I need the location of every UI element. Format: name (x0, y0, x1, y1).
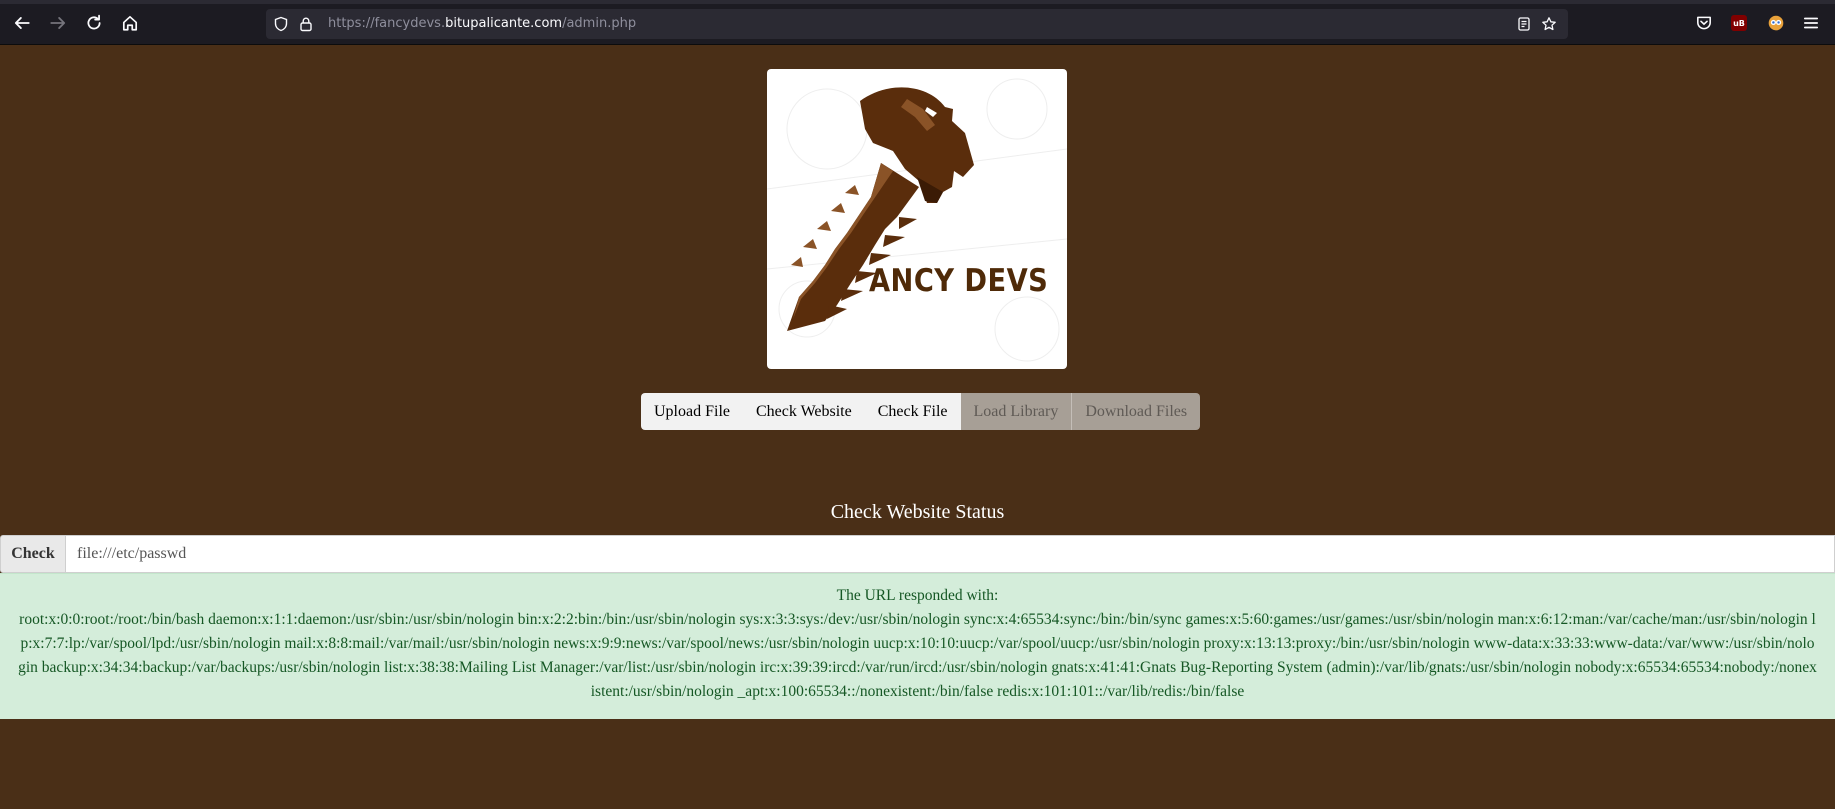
url-text[interactable]: https://fancydevs.bitupalicante.com/admi… (328, 15, 636, 33)
reader-view-icon[interactable] (1515, 15, 1533, 33)
response-heading: The URL responded with: (836, 587, 999, 604)
back-arrow-icon (14, 17, 30, 29)
response-body: root:x:0:0:root:/root:/bin/bash daemon:x… (18, 611, 1817, 700)
lock-icon[interactable] (297, 15, 315, 33)
home-button[interactable] (117, 10, 143, 36)
url-response-alert: The URL responded with: root:x:0:0:root:… (0, 573, 1835, 719)
section-title: Check Website Status (830, 501, 1005, 523)
url-host: bitupalicante.com (445, 16, 563, 31)
ublock-origin-icon[interactable]: uB (1728, 12, 1750, 34)
back-button[interactable] (9, 10, 35, 36)
check-button[interactable]: Check (0, 535, 66, 573)
tracking-protection-shield-icon[interactable] (272, 15, 290, 33)
check-website-button[interactable]: Check Website (743, 393, 865, 430)
extension-owl-icon[interactable] (1765, 12, 1787, 34)
pocket-icon[interactable] (1693, 12, 1715, 34)
home-icon (122, 15, 138, 31)
fancy-devs-logo: ANCY DEVS (767, 69, 1067, 369)
upload-file-button[interactable]: Upload File (641, 393, 743, 430)
hamburger-menu-icon[interactable] (1800, 12, 1822, 34)
reload-button[interactable] (81, 10, 107, 36)
forward-button[interactable] (45, 10, 71, 36)
tab-strip-edge (0, 0, 1835, 4)
bookmark-star-icon[interactable] (1540, 15, 1558, 33)
url-path: /admin.php (562, 16, 637, 31)
address-bar[interactable]: https://fancydevs.bitupalicante.com/admi… (266, 9, 1568, 39)
check-file-button[interactable]: Check File (864, 393, 961, 430)
hammer-screw-logo-icon (767, 78, 1067, 362)
forward-arrow-icon (50, 17, 66, 29)
browser-toolbar: https://fancydevs.bitupalicante.com/admi… (0, 0, 1835, 45)
logo-text: ANCY DEVS (869, 263, 1049, 299)
download-files-button: Download Files (1071, 393, 1201, 430)
url-input[interactable] (66, 535, 1835, 573)
url-prefix: https://fancydevs. (328, 16, 446, 31)
reload-icon (87, 14, 101, 30)
load-library-button: Load Library (960, 393, 1072, 430)
check-url-form: Check (0, 535, 1835, 573)
main-nav-button-group: Upload File Check Website Check File Loa… (641, 393, 1201, 430)
